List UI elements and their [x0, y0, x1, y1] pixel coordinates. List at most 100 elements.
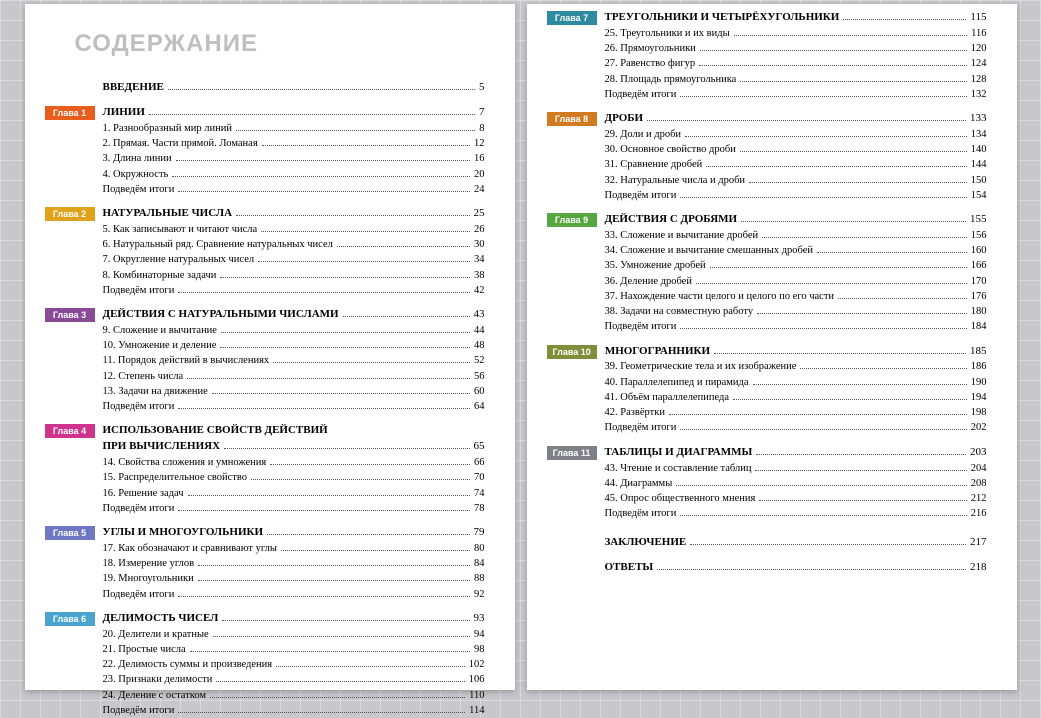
leader-dots — [714, 353, 966, 354]
leader-dots — [236, 130, 475, 131]
item-page: 124 — [971, 56, 987, 71]
toc-item: 27. Равенство фигур124 — [605, 56, 987, 71]
leader-dots — [749, 182, 967, 183]
item-page: 154 — [971, 188, 987, 203]
item-label: 13. Задачи на движение — [103, 384, 208, 399]
chapter-title: УГЛЫ И МНОГОУГОЛЬНИКИ — [103, 525, 264, 541]
leader-dots — [753, 384, 967, 385]
toc-item: 11. Порядок действий в вычислениях52 — [103, 353, 485, 368]
chapter-page: 155 — [970, 212, 987, 228]
item-page: 80 — [474, 541, 485, 556]
item-page: 144 — [971, 157, 987, 172]
item-page: 70 — [474, 470, 485, 485]
toc-item: 39. Геометрические тела и их изображение… — [605, 359, 987, 374]
item-page: 8 — [479, 121, 484, 136]
page-title: СОДЕРЖАНИЕ — [75, 30, 485, 58]
intro-title: ВВЕДЕНИЕ — [103, 80, 164, 96]
leader-dots — [178, 596, 470, 597]
item-page: 150 — [971, 173, 987, 188]
item-page: 52 — [474, 353, 485, 368]
chapter: Глава 3ДЕЙСТВИЯ С НАТУРАЛЬНЫМИ ЧИСЛАМИ43… — [45, 307, 485, 414]
toc-item: 38. Задачи на совместную работу180 — [605, 304, 987, 319]
chapter-items: 25. Треугольники и их виды11626. Прямоуг… — [547, 26, 987, 102]
toc-item: 15. Распределительное свойство70 — [103, 470, 485, 485]
item-label: Подведём итоги — [605, 506, 677, 521]
item-label: 2. Прямая. Части прямой. Ломаная — [103, 136, 258, 151]
leader-dots — [740, 81, 966, 82]
item-page: 184 — [971, 319, 987, 334]
chapter-page: 79 — [474, 525, 485, 541]
item-label: 12. Степень числа — [103, 369, 184, 384]
chapter-badge: Глава 5 — [45, 526, 95, 540]
item-label: 6. Натуральный ряд. Сравнение натуральны… — [103, 237, 333, 252]
item-page: 120 — [971, 41, 987, 56]
leader-dots — [172, 176, 470, 177]
item-page: 60 — [474, 384, 485, 399]
leader-dots — [267, 534, 469, 535]
leader-dots — [710, 267, 967, 268]
chapter-title: ТАБЛИЦЫ И ДИАГРАММЫ — [605, 445, 753, 461]
item-page: 94 — [474, 627, 485, 642]
leader-dots — [178, 712, 465, 713]
leader-dots — [198, 565, 470, 566]
chapter-badge: Глава 10 — [547, 345, 597, 359]
leader-dots — [262, 145, 470, 146]
leader-dots — [281, 550, 470, 551]
leader-dots — [690, 544, 966, 545]
leader-dots — [178, 408, 470, 409]
item-label: 17. Как обозначают и сравнивают углы — [103, 541, 277, 556]
chapter-title: ДРОБИ — [605, 111, 644, 127]
chapter-page: 93 — [474, 611, 485, 627]
toc-item: Подведём итоги 154 — [605, 188, 987, 203]
chapter: Глава 1ЛИНИИ71. Разнообразный мир линий8… — [45, 105, 485, 197]
toc-item: 12. Степень числа56 — [103, 369, 485, 384]
chapter: Глава 9ДЕЙСТВИЯ С ДРОБЯМИ15533. Сложение… — [547, 212, 987, 334]
chapter-badge: Глава 2 — [45, 207, 95, 221]
toc-item: 43. Чтение и составление таблиц204 — [605, 461, 987, 476]
toc-item: 4. Окружность20 — [103, 167, 485, 182]
leader-dots — [680, 429, 966, 430]
item-page: 48 — [474, 338, 485, 353]
leader-dots — [251, 479, 470, 480]
chapter-page: 115 — [970, 10, 986, 26]
chapter-title: ДЕЙСТВИЯ С ДРОБЯМИ — [605, 212, 738, 228]
chapter-page: 133 — [970, 111, 987, 127]
chapter-head: Глава 1ЛИНИИ7 — [45, 105, 485, 121]
conclusion-row: . ЗАКЛЮЧЕНИЕ 217 — [547, 535, 987, 551]
toc-item: 6. Натуральный ряд. Сравнение натуральны… — [103, 237, 485, 252]
item-page: 12 — [474, 136, 485, 151]
item-label: 44. Диаграммы — [605, 476, 673, 491]
item-page: 216 — [971, 506, 987, 521]
item-page: 202 — [971, 420, 987, 435]
toc-item: 7. Округление натуральных чисел34 — [103, 252, 485, 267]
chapter-title: ИСПОЛЬЗОВАНИЕ СВОЙСТВ ДЕЙСТВИЙ — [103, 423, 328, 439]
item-label: Подведём итоги — [605, 188, 677, 203]
toc-item: 20. Делители и кратные94 — [103, 627, 485, 642]
chapter-items: 1. Разнообразный мир линий82. Прямая. Ча… — [45, 121, 485, 197]
intro-page: 5 — [479, 80, 485, 96]
leader-dots — [168, 89, 475, 90]
toc-item: 40. Параллелепипед и пирамида190 — [605, 375, 987, 390]
leader-dots — [843, 19, 966, 20]
item-label: 3. Длина линии — [103, 151, 172, 166]
toc-item: Подведём итоги42 — [103, 283, 485, 298]
toc-item: 31. Сравнение дробей144 — [605, 157, 987, 172]
chapter-title: ТРЕУГОЛЬНИКИ И ЧЕТЫРЁХУГОЛЬНИКИ — [605, 10, 840, 26]
leader-dots — [680, 197, 966, 198]
toc-item: Подведём итоги114 — [103, 703, 485, 718]
item-page: 180 — [971, 304, 987, 319]
conclusion-page: 217 — [970, 535, 987, 551]
toc-item: 5. Как записывают и читают числа26 — [103, 222, 485, 237]
item-page: 44 — [474, 323, 485, 338]
leader-dots — [741, 221, 966, 222]
leader-dots — [190, 651, 470, 652]
leader-dots — [210, 697, 465, 698]
item-page: 64 — [474, 399, 485, 414]
item-label: 25. Треугольники и их виды — [605, 26, 730, 41]
leader-dots — [188, 495, 470, 496]
leader-dots — [220, 277, 470, 278]
toc-item: 8. Комбинаторные задачи38 — [103, 268, 485, 283]
item-label: Подведём итоги — [605, 87, 677, 102]
toc-item: Подведём итоги64 — [103, 399, 485, 414]
chapter-page: 185 — [970, 344, 987, 360]
